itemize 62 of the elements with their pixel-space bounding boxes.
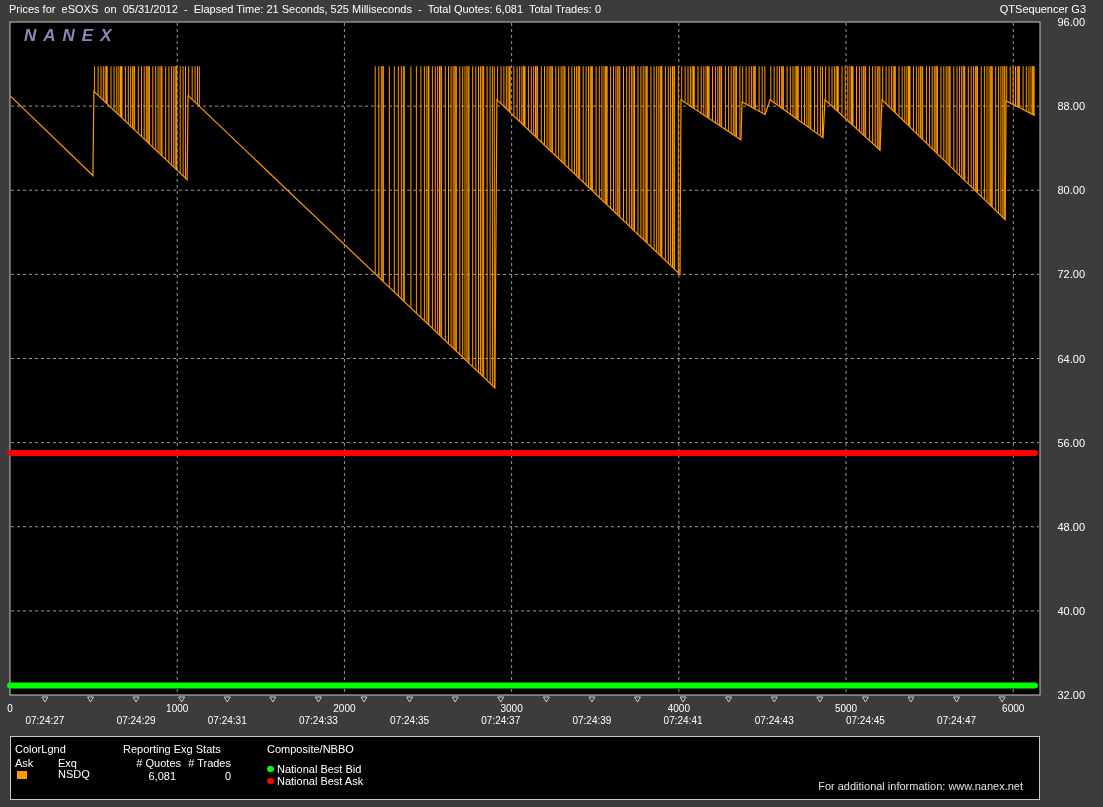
y-axis-label: 80.00 xyxy=(1057,184,1085,197)
x-axis-label: 0 xyxy=(7,703,13,714)
y-axis-label: 48.00 xyxy=(1057,520,1085,533)
y-axis-label: 40.00 xyxy=(1057,604,1085,617)
info-text: For additional information: www.nanex.net xyxy=(818,778,1023,794)
time-label: 07:24:37 xyxy=(481,715,521,726)
x-axis-label: 5000 xyxy=(834,703,858,714)
time-marker-icon xyxy=(178,696,186,703)
y-axis-label: 64.00 xyxy=(1057,352,1085,365)
time-label: 07:24:47 xyxy=(937,715,977,726)
time-marker-icon xyxy=(542,696,550,703)
time-marker-icon xyxy=(223,696,231,703)
app-name: QTSequencer G3 xyxy=(999,3,1086,15)
time-label: 07:24:39 xyxy=(572,715,612,726)
x-axis-label: 4000 xyxy=(667,703,690,714)
exchange-name: NSDQ xyxy=(58,768,90,783)
x-axis-label: 6000 xyxy=(1002,703,1025,714)
legend-heading: ColorLgnd xyxy=(15,742,67,755)
y-axis-label: 72.00 xyxy=(1057,268,1085,281)
time-label: 07:24:43 xyxy=(754,715,794,726)
nanex-logo: NANEX xyxy=(24,26,119,45)
y-axis-label: 56.00 xyxy=(1057,436,1085,449)
time-marker-icon xyxy=(451,696,459,703)
x-axis-label: 1000 xyxy=(166,703,189,714)
time-marker-icon xyxy=(87,696,95,703)
time-marker-icon xyxy=(634,696,641,703)
time-label: 07:24:35 xyxy=(390,715,430,726)
time-label: 07:24:27 xyxy=(25,715,65,726)
time-marker-icon xyxy=(269,696,277,703)
y-axis-label: 96.00 xyxy=(1057,18,1085,28)
time-label: 07:24:45 xyxy=(845,715,885,726)
time-marker-icon xyxy=(770,696,778,703)
y-axis-label: 32.00 xyxy=(1057,689,1085,701)
time-marker-icon xyxy=(953,696,961,703)
y-axis-label: 88.00 xyxy=(1057,100,1085,113)
time-marker-icon xyxy=(907,696,915,703)
trade-count: 0 xyxy=(223,769,231,781)
legend-heading: Reporting Exg Stats xyxy=(123,742,221,755)
time-marker-icon xyxy=(132,696,140,703)
legend-heading: Composite/NBBO xyxy=(267,742,355,757)
time-marker-icon xyxy=(588,696,596,703)
time-marker-icon xyxy=(725,696,733,703)
time-marker-icon xyxy=(861,696,869,703)
time-label: 07:24:33 xyxy=(298,715,338,726)
time-marker-icon xyxy=(497,696,505,703)
quote-count: 6,081 xyxy=(147,769,176,781)
time-marker-icon xyxy=(314,696,322,703)
x-axis-label: 3000 xyxy=(500,703,523,714)
time-marker-icon xyxy=(360,696,368,703)
column-heading: # Trades xyxy=(187,756,231,768)
time-marker-icon xyxy=(41,696,49,703)
time-marker-icon xyxy=(816,696,824,703)
column-heading: Ask xyxy=(15,756,35,768)
time-label: 07:24:29 xyxy=(116,715,156,726)
chart-title: Prices for eSOXS on 05/31/2012 - Elapsed Time: 21 Seconds, 525 Milliseconds - Total Quotes: 6,081 Total Trades: 0 xyxy=(9,3,602,15)
time-marker-icon xyxy=(679,696,687,703)
column-heading: # Quotes xyxy=(135,756,181,768)
time-marker-icon xyxy=(406,696,414,703)
time-marker-icon xyxy=(998,696,1006,703)
time-label: 07:24:31 xyxy=(207,715,247,726)
x-axis-label: 2000 xyxy=(333,703,356,714)
time-label: 07:24:41 xyxy=(663,715,703,726)
